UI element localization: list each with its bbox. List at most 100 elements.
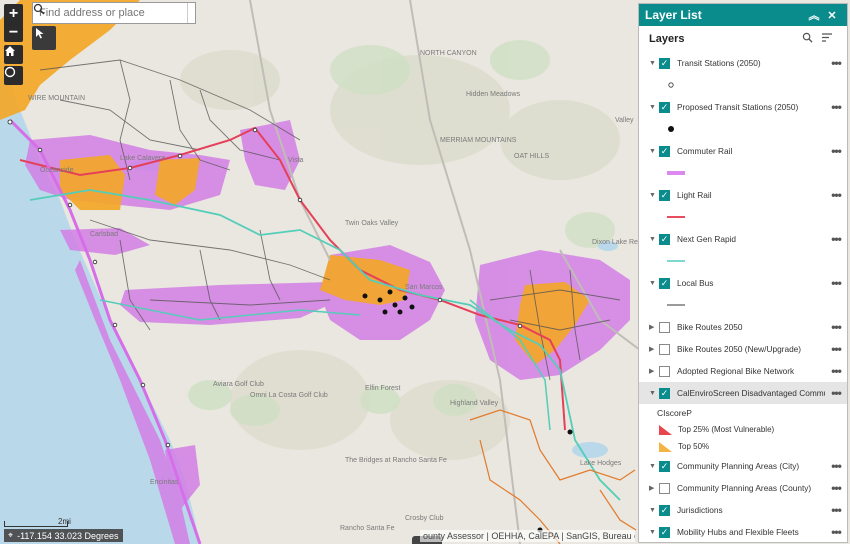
layer-checkbox[interactable]: ✓	[659, 277, 670, 289]
map-label: OAT HILLS	[514, 153, 549, 160]
more-options-icon[interactable]: •••	[825, 320, 847, 334]
layer-checkbox[interactable]: ✓	[659, 504, 670, 516]
panel-title: Layer List	[645, 8, 702, 22]
caret-down-icon[interactable]: ▼	[649, 529, 657, 536]
layer-row-regional-bike-network[interactable]: ▶ Adopted Regional Bike Network •••	[639, 360, 847, 382]
layer-name: Bike Routes 2050	[677, 322, 743, 332]
caret-right-icon[interactable]: ▶	[649, 484, 657, 492]
layer-checkbox[interactable]: ✓	[659, 101, 670, 113]
layer-row-proposed-transit-stations[interactable]: ▼ ✓ Proposed Transit Stations (2050) •••	[639, 96, 847, 118]
legend-symbol	[639, 294, 847, 316]
layer-name: Transit Stations (2050)	[677, 58, 761, 68]
layer-row-bike-routes-new[interactable]: ▶ Bike Routes 2050 (New/Upgrade) •••	[639, 338, 847, 360]
layer-name: Local Bus	[677, 278, 714, 288]
layer-row-cpa-city[interactable]: ▼ ✓ Community Planning Areas (City) •••	[639, 455, 847, 477]
layer-checkbox[interactable]: ✓	[659, 233, 670, 245]
pointer-icon	[36, 28, 44, 39]
layer-row-mobility-hubs[interactable]: ▼ ✓ Mobility Hubs and Flexible Fleets ••…	[639, 521, 847, 542]
more-options-icon[interactable]: •••	[825, 100, 847, 114]
caret-down-icon[interactable]: ▼	[649, 463, 657, 470]
layers-label: Layers	[649, 33, 685, 45]
map-label: Omni La Costa Golf Club	[250, 392, 328, 399]
map-label: San Marcos	[405, 284, 443, 291]
layer-row-cpa-county[interactable]: ▶ Community Planning Areas (County) •••	[639, 477, 847, 499]
coordinate-text: -117.154 33.023 Degrees	[17, 530, 119, 541]
more-options-icon[interactable]: •••	[825, 232, 847, 246]
filter-icon[interactable]	[821, 32, 837, 46]
legend-class-label: Top 50%	[678, 442, 710, 451]
search-icon[interactable]	[802, 32, 818, 46]
attribution: ounty Assessor | OEHHA, CalEPA | SanGIS,…	[420, 530, 635, 542]
layer-row-commuter-rail[interactable]: ▼ ✓ Commuter Rail •••	[639, 140, 847, 162]
locate-button[interactable]	[4, 66, 23, 85]
layer-row-transit-stations[interactable]: ▼ ✓ Transit Stations (2050) •••	[639, 52, 847, 74]
caret-down-icon[interactable]: ▼	[649, 104, 657, 111]
caret-down-icon[interactable]: ▼	[649, 390, 657, 397]
layer-checkbox[interactable]: ✓	[659, 57, 670, 69]
collapse-icon[interactable]: ︽	[805, 7, 823, 23]
more-options-icon[interactable]: •••	[825, 56, 847, 70]
scale-label: 2mi	[58, 517, 71, 526]
layer-row-local-bus[interactable]: ▼ ✓ Local Bus •••	[639, 272, 847, 294]
layer-checkbox[interactable]: ✓	[659, 460, 670, 472]
crosshair-icon[interactable]: ⌖	[8, 530, 13, 541]
caret-down-icon[interactable]: ▼	[649, 148, 657, 155]
more-options-icon[interactable]: •••	[825, 144, 847, 158]
map-label: Crosby Club	[405, 515, 444, 522]
layer-checkbox[interactable]: ✓	[659, 189, 670, 201]
layer-row-jurisdictions[interactable]: ▼ ✓ Jurisdictions •••	[639, 499, 847, 521]
search-input[interactable]	[33, 3, 187, 23]
more-options-icon[interactable]: •••	[825, 459, 847, 473]
map-label: Hidden Meadows	[466, 91, 521, 98]
legend-symbol	[639, 162, 847, 184]
search-icon	[33, 3, 45, 15]
map-label: Lake Calavera	[120, 155, 165, 162]
layer-checkbox[interactable]	[659, 321, 670, 333]
caret-right-icon[interactable]: ▶	[649, 323, 657, 331]
search-button[interactable]	[33, 3, 195, 23]
more-options-icon[interactable]: •••	[825, 525, 847, 539]
layer-checkbox[interactable]	[659, 365, 670, 377]
more-options-icon[interactable]: •••	[825, 386, 847, 400]
legend-symbol	[639, 118, 847, 140]
zoom-out-button[interactable]: −	[4, 23, 23, 42]
layer-name: Adopted Regional Bike Network	[677, 366, 795, 376]
measure-tool-button[interactable]	[32, 26, 56, 50]
caret-down-icon[interactable]: ▼	[649, 236, 657, 243]
layer-row-calenviroscreen[interactable]: ▼ ✓ CalEnviroScreen Disadvantaged Commun…	[639, 382, 847, 404]
caret-down-icon[interactable]: ▼	[649, 507, 657, 514]
legend-symbol	[639, 74, 847, 96]
close-icon[interactable]: ✕	[823, 9, 841, 22]
home-icon	[5, 46, 15, 56]
layer-name: Community Planning Areas (City)	[677, 461, 800, 471]
caret-right-icon[interactable]: ▶	[649, 345, 657, 353]
caret-down-icon[interactable]: ▼	[649, 60, 657, 67]
layer-name: Commuter Rail	[677, 146, 733, 156]
caret-down-icon[interactable]: ▼	[649, 280, 657, 287]
home-button[interactable]	[4, 45, 23, 64]
more-options-icon[interactable]: •••	[825, 276, 847, 290]
layer-name: CalEnviroScreen Disadvantaged Communitie…	[677, 388, 825, 398]
layer-row-next-gen-rapid[interactable]: ▼ ✓ Next Gen Rapid •••	[639, 228, 847, 250]
layer-checkbox[interactable]: ✓	[659, 526, 670, 538]
more-options-icon[interactable]: •••	[825, 342, 847, 356]
zoom-in-button[interactable]: +	[4, 4, 23, 23]
caret-down-icon[interactable]: ▼	[649, 192, 657, 199]
layer-name: Bike Routes 2050 (New/Upgrade)	[677, 344, 802, 354]
layer-checkbox[interactable]	[659, 343, 670, 355]
more-options-icon[interactable]: •••	[825, 481, 847, 495]
layer-checkbox[interactable]	[659, 482, 670, 494]
layer-checkbox[interactable]: ✓	[659, 145, 670, 157]
more-options-icon[interactable]: •••	[825, 364, 847, 378]
layer-row-light-rail[interactable]: ▼ ✓ Light Rail •••	[639, 184, 847, 206]
caret-right-icon[interactable]: ▶	[649, 367, 657, 375]
layer-row-bike-routes-2050[interactable]: ▶ Bike Routes 2050 •••	[639, 316, 847, 338]
more-options-icon[interactable]: •••	[825, 188, 847, 202]
layer-name: Next Gen Rapid	[677, 234, 737, 244]
more-options-icon[interactable]: •••	[825, 503, 847, 517]
map-label: Vista	[288, 157, 304, 164]
map-label: Oceanside	[40, 167, 74, 174]
layer-checkbox[interactable]: ✓	[659, 387, 670, 399]
legend-field-name: CIscoreP	[657, 408, 692, 418]
map-label: Twin Oaks Valley	[345, 220, 399, 227]
